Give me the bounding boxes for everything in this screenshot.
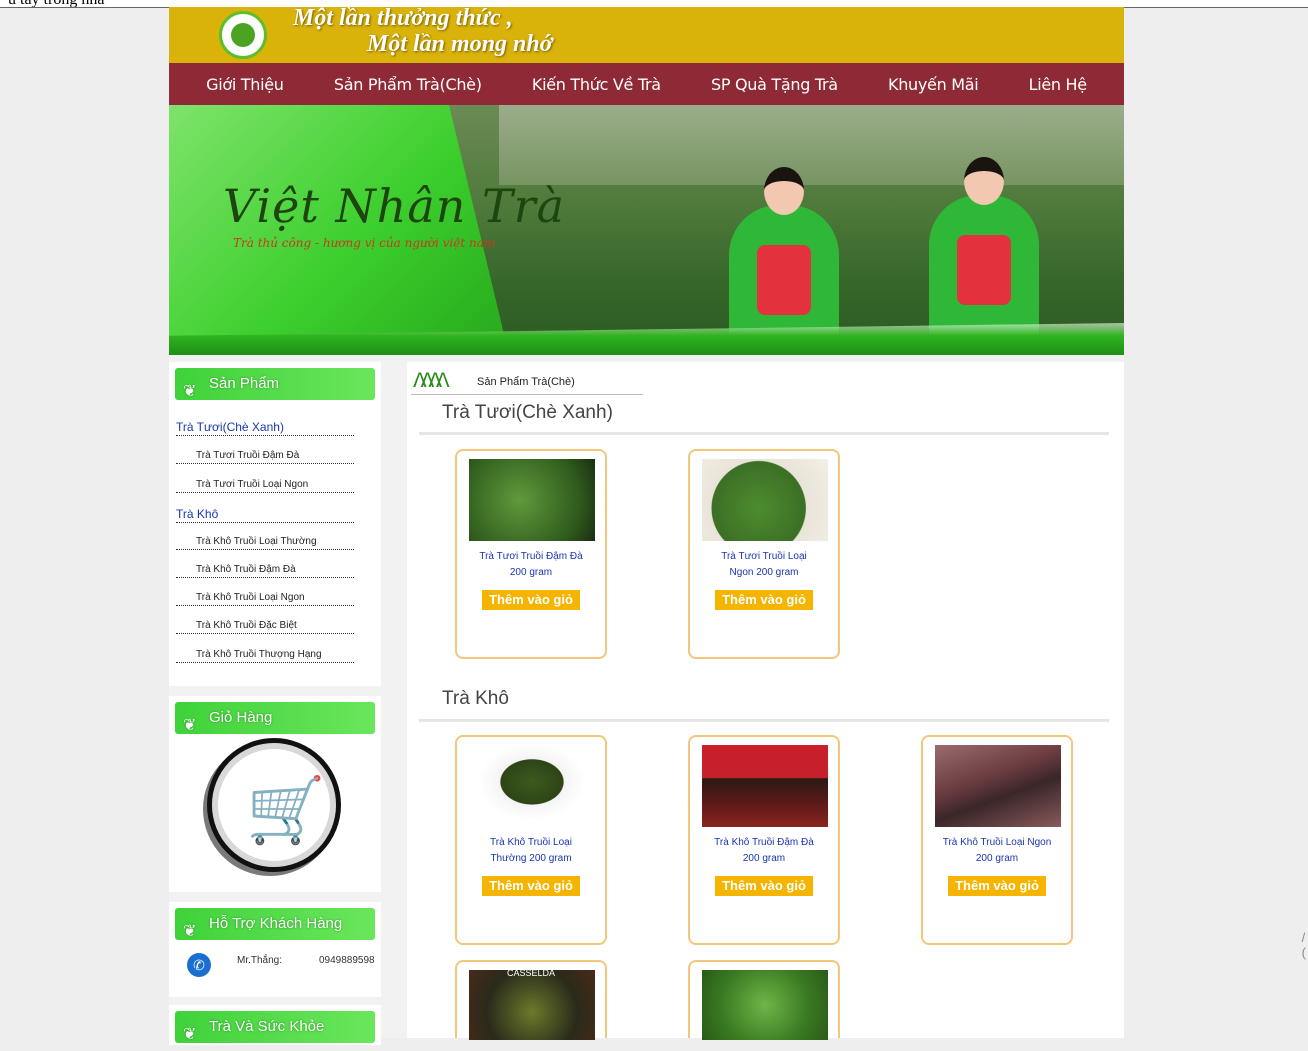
sidebar-category-tra-kho[interactable]: Trà Khô [176, 506, 354, 523]
product-card[interactable]: Trà Tươi Truồi Loại Ngon 200 gram Thêm và… [688, 449, 840, 659]
cart-icon[interactable]: 🛒 [207, 738, 341, 872]
product-image[interactable] [702, 745, 828, 827]
add-to-cart-button[interactable]: Thêm vào giỏ [482, 590, 580, 610]
logo-icon[interactable] [219, 11, 267, 59]
nav-khuyen-mai[interactable]: Khuyến Mãi [888, 75, 979, 94]
add-to-cart-button[interactable]: Thêm vào giỏ [715, 876, 813, 896]
section-title-tra-kho: Trà Khô [442, 688, 509, 709]
site-header: Một lần thưởng thức , Một lần mong nhớ [169, 5, 1124, 63]
product-card[interactable]: Trà Khô Truồi Loại Thường 200 gram Thêm v… [455, 735, 607, 945]
main-nav: Giới Thiệu Sản Phẩm Trà(Chè) Kiến Thức V… [169, 63, 1124, 105]
slogan-line2: Một lần mong nhớ [367, 31, 553, 57]
sidebar-support: ❦ Hỗ Trợ Khách Hàng ✆ Mr.Thắng: 094988959… [169, 902, 381, 997]
breadcrumb-divider [411, 394, 643, 395]
sidebar-cart: ❦ Giỏ Hàng 🛒 [169, 696, 381, 892]
sidebar-products: ❦ Sản Phẩm Trà Tươi(Chè Xanh) Trà Tươi Tr… [169, 362, 381, 686]
slogan-line1: Một lần thưởng thức , [293, 5, 513, 31]
product-name[interactable]: Trà Khô Truồi Loại Ngon 200 gram [931, 835, 1063, 867]
banner-person [929, 157, 1039, 345]
product-name[interactable]: Trà Khô Truồi Loại Thường 200 gram [465, 835, 597, 867]
sidebar-products-header: ❦ Sản Phẩm [175, 368, 375, 400]
sidebar-cart-header: ❦ Giỏ Hàng [175, 702, 375, 734]
nav-san-pham[interactable]: Sản Phẩm Trà(Chè) [334, 75, 482, 94]
sidebar-subitem[interactable]: Trà Khô Truồi Loại Ngon [176, 590, 354, 606]
page: Một lần thưởng thức , Một lần mong nhớ G… [169, 5, 1124, 1045]
sidebar-subitem[interactable]: Trà Khô Truồi Đậm Đà [176, 562, 354, 578]
product-name[interactable]: Trà Khô Truồi Đậm Đà 200 gram [698, 835, 830, 867]
sidebar-category-tra-tuoi[interactable]: Trà Tươi(Chè Xanh) [176, 419, 354, 436]
product-card[interactable]: Trà Tươi Truồi Đậm Đà 200 gram Thêm vào g… [455, 449, 607, 659]
product-card[interactable]: Trà Khô Truồi Đậm Đà 200 gram Thêm vào gi… [688, 735, 840, 945]
nav-lien-he[interactable]: Liên Hệ [1029, 75, 1088, 94]
sidebar-subitem[interactable]: Trà Khô Truồi Đặc Biệt [176, 618, 354, 634]
banner: Việt Nhân Trà Trà thủ công - hương vị củ… [169, 105, 1124, 355]
sidebar-support-header: ❦ Hỗ Trợ Khách Hàng [175, 908, 375, 940]
add-to-cart-button[interactable]: Thêm vào giỏ [482, 876, 580, 896]
product-image[interactable] [469, 970, 595, 1040]
product-name[interactable]: Trà Tươi Truồi Loại Ngon 200 gram [698, 549, 830, 581]
product-card[interactable]: Trà Khô Truồi Loại Ngon 200 gram Thêm vào… [921, 735, 1073, 945]
product-image[interactable] [469, 459, 595, 541]
product-name[interactable]: Trà Tươi Truồi Đậm Đà 200 gram [465, 549, 597, 581]
grass-icon: ᐱᐱᐱᐱ [413, 370, 450, 392]
nav-gioi-thieu[interactable]: Giới Thiệu [206, 75, 284, 94]
add-to-cart-button[interactable]: Thêm vào giỏ [948, 876, 1046, 896]
add-to-cart-button[interactable]: Thêm vào giỏ [715, 590, 813, 610]
product-image[interactable] [702, 459, 828, 541]
section-title-tra-tuoi: Trà Tươi(Chè Xanh) [442, 402, 613, 423]
product-image[interactable] [469, 745, 595, 827]
sidebar-health: ❦ Trà Và Sức Khỏe [169, 1005, 381, 1045]
section-divider [419, 432, 1109, 435]
leaf-icon: ❦ [183, 717, 197, 734]
product-card[interactable]: CASSELDA [455, 960, 607, 1040]
section-divider [419, 719, 1109, 722]
product-image[interactable] [702, 970, 828, 1040]
sidebar-health-header: ❦ Trà Và Sức Khỏe [175, 1011, 375, 1043]
product-image[interactable] [935, 745, 1061, 827]
nav-qua-tang[interactable]: SP Quà Tặng Trà [711, 75, 838, 94]
leaf-icon: ❦ [183, 1026, 197, 1043]
support-name: Mr.Thắng: [237, 955, 283, 966]
banner-hill [499, 105, 1124, 185]
viber-icon[interactable]: ✆ [187, 953, 211, 977]
breadcrumb[interactable]: Sản Phẩm Trà(Chè) [477, 376, 575, 388]
leaf-icon: ❦ [183, 923, 197, 940]
main-content: ᐱᐱᐱᐱ Sản Phẩm Trà(Chè) Trà Tươi(Chè Xanh… [407, 362, 1124, 1040]
sidebar-subitem[interactable]: Trà Tươi Truồi Đậm Đà [176, 448, 354, 464]
banner-subtitle: Trà thủ công - hương vị của người việt n… [233, 236, 496, 250]
support-phone: 0949889598 [319, 955, 375, 966]
nav-kien-thuc[interactable]: Kiến Thức Về Trà [532, 75, 661, 94]
sidebar-subitem[interactable]: Trà Khô Truồi Thượng Hạng [176, 647, 354, 663]
page-edge-artifact: /( [1301, 930, 1306, 960]
product-card[interactable] [688, 960, 840, 1040]
sidebar-subitem[interactable]: Trà Tươi Truồi Loại Ngon [176, 477, 354, 493]
product-image-label: CASSELDA [507, 968, 556, 978]
banner-title: Việt Nhân Trà [223, 179, 566, 233]
sidebar-subitem[interactable]: Trà Khô Truồi Loại Thường [176, 534, 354, 550]
leaf-icon: ❦ [183, 383, 197, 400]
